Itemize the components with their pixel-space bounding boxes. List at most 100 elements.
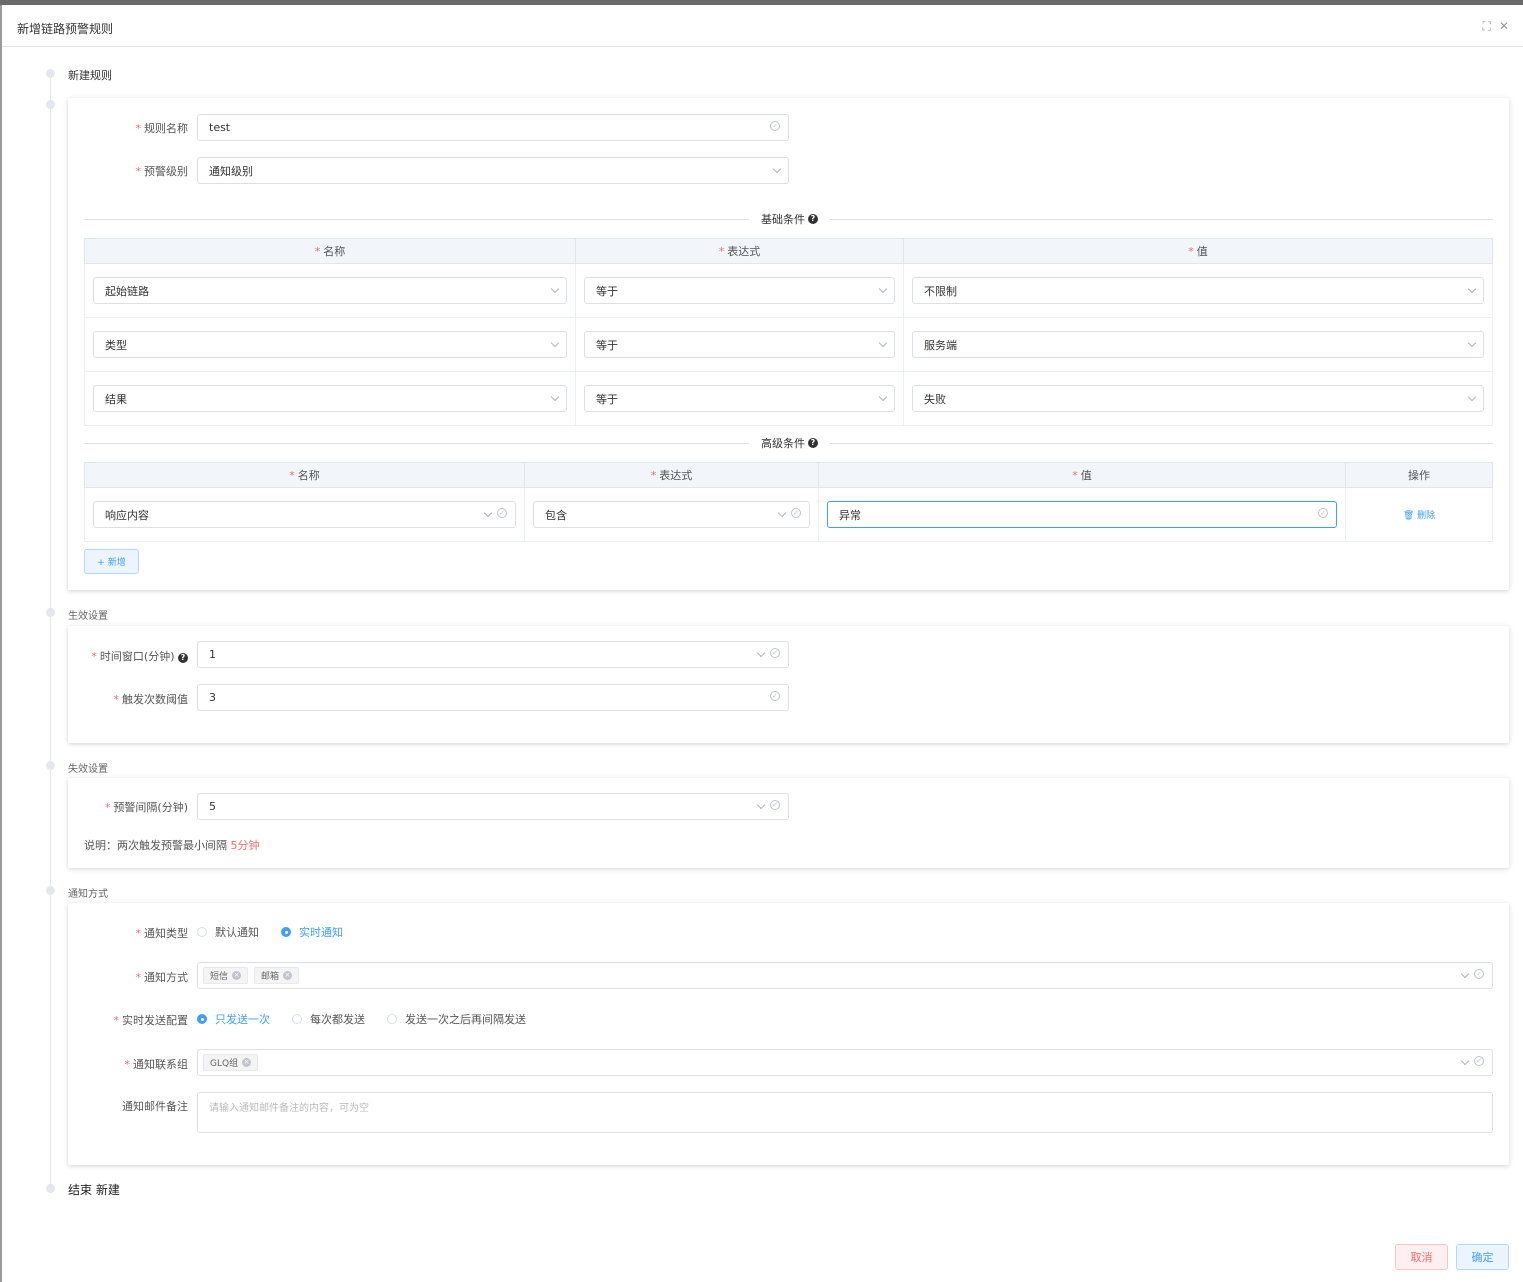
check-circle-icon: ✓ <box>791 508 801 518</box>
check-circle-icon: ✓ <box>770 691 780 701</box>
mail-remark-textarea[interactable]: 请输入通知邮件备注的内容，可为空 <box>197 1092 1493 1133</box>
condition-name-select[interactable]: 起始链路 <box>93 277 567 304</box>
alert-interval-label: * 预警间隔(分钟) <box>104 801 188 814</box>
timeline-effect-label: 生效设置 <box>68 611 108 622</box>
trigger-threshold-label: * 触发次数阈值 <box>113 693 189 706</box>
chevron-down-icon <box>878 338 888 348</box>
advanced-conditions-title: 高级条件? <box>749 435 830 451</box>
interval-note: 说明：两次触发预警最小间隔 5分钟 <box>84 839 260 852</box>
alert-level-select[interactable]: 通知级别 <box>197 157 789 184</box>
chevron-down-icon <box>1467 338 1477 348</box>
rule-card: * 规则名称 test ✓ * 预警级别 通知级别 基础条件? * 名称 * 表达式 *… <box>68 98 1509 590</box>
chevron-down-icon <box>777 508 787 518</box>
column-header-expression: * 表达式 <box>524 462 819 488</box>
chevron-down-icon <box>756 800 766 810</box>
cancel-button[interactable]: 取消 <box>1395 1244 1448 1270</box>
timeline-dot <box>46 608 55 617</box>
table-row: 结果 等于 失败 <box>84 371 1493 426</box>
help-icon[interactable]: ? <box>808 438 818 448</box>
advanced-expression-select[interactable]: 包含 ✓ <box>533 501 810 528</box>
table-row: 类型 等于 服务端 <box>84 317 1493 372</box>
timeline-dot <box>46 886 55 895</box>
radio-default-notify[interactable]: 默认通知 <box>197 924 259 940</box>
table-row: 响应内容 ✓ 包含 ✓ 异常 ✓ 🗑 删除 <box>84 487 1493 542</box>
radio-send-once[interactable]: 只发送一次 <box>197 1011 270 1027</box>
notify-settings-card: * 通知类型 默认通知 实时通知 * 通知方式 短信 × 邮箱 × ✓ * 实时发送配置 … <box>68 903 1509 1165</box>
close-icon[interactable]: × <box>283 971 293 980</box>
time-window-input[interactable]: 1 ✓ <box>197 641 789 668</box>
check-circle-icon: ✓ <box>770 648 780 658</box>
timeline-dot <box>46 100 55 109</box>
basic-conditions-title: 基础条件? <box>749 211 830 227</box>
check-circle-icon: ✓ <box>1474 969 1484 979</box>
chevron-down-icon <box>1467 392 1477 402</box>
condition-expression-select[interactable]: 等于 <box>584 277 895 304</box>
chevron-down-icon <box>550 392 560 402</box>
condition-expression-select[interactable]: 等于 <box>584 331 895 358</box>
help-icon[interactable]: ? <box>808 214 818 224</box>
condition-value-select[interactable]: 不限制 <box>912 277 1484 304</box>
condition-name-select[interactable]: 类型 <box>93 331 567 358</box>
contact-group-label: * 通知联系组 <box>124 1058 189 1071</box>
confirm-button[interactable]: 确定 <box>1456 1244 1509 1270</box>
basic-conditions-table: * 名称 * 表达式 * 值 起始链路 等于 不限制 类型 等于 服务端 结果 等于 … <box>84 238 1493 426</box>
chevron-down-icon <box>772 164 782 174</box>
help-icon[interactable]: ? <box>178 653 188 663</box>
check-circle-icon: ✓ <box>770 800 780 810</box>
method-tag: 邮箱 × <box>254 967 300 984</box>
condition-value-select[interactable]: 失败 <box>912 385 1484 412</box>
alert-interval-input[interactable]: 5 ✓ <box>197 793 789 820</box>
column-header-action: 操作 <box>1345 462 1493 488</box>
delete-row-button[interactable]: 🗑 删除 <box>1345 487 1493 542</box>
advanced-value-input[interactable]: 异常 ✓ <box>827 501 1337 528</box>
radio-send-then-interval[interactable]: 发送一次之后再间隔发送 <box>387 1011 526 1027</box>
condition-expression-select[interactable]: 等于 <box>584 385 895 412</box>
column-header-value: * 值 <box>903 238 1493 264</box>
check-circle-icon: ✓ <box>1318 508 1328 518</box>
column-header-name: * 名称 <box>84 238 576 264</box>
timeline-start-label: 新建规则 <box>68 69 112 82</box>
chevron-down-icon <box>756 648 766 658</box>
trigger-threshold-input[interactable]: 3 ✓ <box>197 684 789 711</box>
advanced-conditions-table: * 名称 * 表达式 * 值 操作 响应内容 ✓ 包含 ✓ 异常 ✓ 🗑 删除 <box>84 462 1493 542</box>
column-header-name: * 名称 <box>84 462 525 488</box>
timeline-dot <box>46 69 55 78</box>
radio-send-every-time[interactable]: 每次都发送 <box>292 1011 365 1027</box>
rule-name-input[interactable]: test ✓ <box>197 114 789 141</box>
chevron-down-icon <box>1467 284 1477 294</box>
header-divider <box>2 46 1523 47</box>
chevron-down-icon <box>1460 1056 1470 1066</box>
close-icon[interactable]: × <box>242 1058 252 1067</box>
close-icon[interactable]: × <box>232 971 242 980</box>
notify-method-select[interactable]: 短信 × 邮箱 × ✓ <box>197 962 1493 989</box>
column-header-expression: * 表达式 <box>575 238 904 264</box>
mail-remark-label: 通知邮件备注 <box>122 1100 188 1113</box>
dialog-title: 新增链路预警规则 <box>17 22 114 36</box>
advanced-name-select[interactable]: 响应内容 ✓ <box>93 501 516 528</box>
add-condition-button[interactable]: + 新增 <box>84 549 139 574</box>
timeline-end-label: 结束 新建 <box>68 1183 120 1197</box>
radio-realtime-notify[interactable]: 实时通知 <box>281 924 343 940</box>
check-circle-icon: ✓ <box>770 121 780 131</box>
window-top-bar <box>0 0 1523 5</box>
contact-group-select[interactable]: GLQ组 × ✓ <box>197 1049 1493 1076</box>
chevron-down-icon <box>878 392 888 402</box>
condition-value-select[interactable]: 服务端 <box>912 331 1484 358</box>
timeline-dot <box>46 1184 55 1193</box>
time-window-label: * 时间窗口(分钟) ? <box>68 648 188 664</box>
chevron-down-icon <box>550 338 560 348</box>
expire-settings-card: * 预警间隔(分钟) 5 ✓ 说明：两次触发预警最小间隔 5分钟 <box>68 778 1509 868</box>
check-circle-icon: ✓ <box>497 508 507 518</box>
maximize-icon[interactable]: ⛶ <box>1483 19 1491 34</box>
column-header-value: * 值 <box>818 462 1346 488</box>
close-icon[interactable]: ✕ <box>1499 19 1509 34</box>
trash-icon: 🗑 <box>1402 511 1415 521</box>
window-left-edge <box>0 5 2 1282</box>
effect-settings-card: * 时间窗口(分钟) ? 1 ✓ * 触发次数阈值 3 ✓ <box>68 626 1509 743</box>
chevron-down-icon <box>550 284 560 294</box>
chevron-down-icon <box>878 284 888 294</box>
send-config-radio-group: 只发送一次 每次都发送 发送一次之后再间隔发送 <box>197 1011 548 1027</box>
condition-name-select[interactable]: 结果 <box>93 385 567 412</box>
notify-type-radio-group: 默认通知 实时通知 <box>197 924 365 940</box>
timeline-line <box>50 73 51 1188</box>
